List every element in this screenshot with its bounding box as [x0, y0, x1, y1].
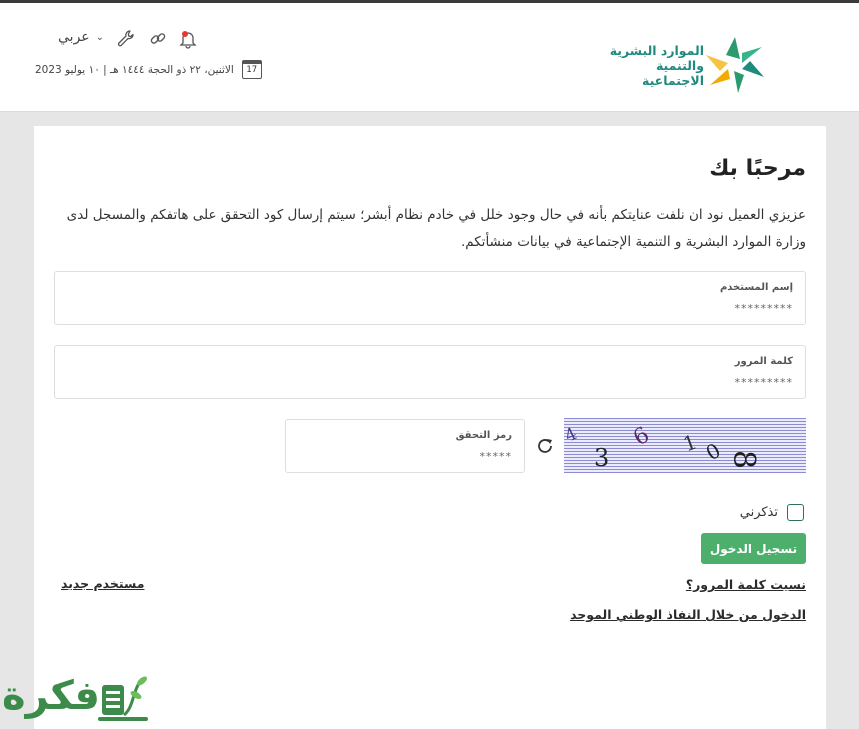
captcha-field[interactable]: رمز التحقق *****	[285, 419, 525, 473]
captcha-image: 4 3 9 1 0 8	[564, 418, 806, 473]
site-header: الموارد البشرية والتنمية الاجتماعية ⌄ عر…	[0, 3, 859, 112]
captcha-label: رمز التحقق	[455, 430, 512, 441]
chevron-down-icon: ⌄	[95, 31, 105, 43]
remember-checkbox[interactable]	[787, 504, 804, 521]
password-input[interactable]: *********	[735, 376, 794, 389]
watermark: فكرة	[0, 665, 160, 729]
book-plant-icon	[98, 676, 148, 721]
remember-me[interactable]: تذكرني	[740, 504, 804, 521]
svg-text:1: 1	[680, 429, 700, 456]
remember-label: تذكرني	[739, 505, 778, 520]
svg-text:8: 8	[726, 450, 761, 469]
wrench-icon[interactable]	[116, 29, 136, 49]
calendar-icon: 17	[241, 60, 262, 79]
login-card: مرحبًا بك عزيزي العميل نود ان نلفت عنايت…	[34, 126, 826, 729]
svg-text:4: 4	[564, 424, 580, 447]
svg-text:3: 3	[594, 444, 609, 472]
svg-text:0: 0	[702, 438, 725, 465]
bell-icon[interactable]	[178, 29, 198, 49]
forgot-password-link[interactable]: نسيت كلمة المرور؟	[686, 577, 806, 592]
logo-line-2: والتنمية الاجتماعية	[642, 58, 704, 88]
ministry-logo[interactable]: الموارد البشرية والتنمية الاجتماعية	[596, 33, 771, 95]
watermark-text: فكرة	[2, 673, 100, 719]
username-input[interactable]: *********	[735, 302, 794, 315]
captcha-input[interactable]: *****	[480, 450, 513, 463]
login-button[interactable]: تسجيل الدخول	[701, 533, 806, 564]
new-user-link[interactable]: مستخدم جديد	[61, 576, 144, 591]
captcha-glyphs: 4 3 9 1 0 8	[564, 420, 761, 472]
svg-text:9: 9	[628, 420, 653, 449]
date-text: الاثنين، ٢٢ ذو الحجة ١٤٤٤ هـ | ١٠ يوليو …	[35, 63, 234, 76]
language-selector[interactable]: ⌄ عربي	[58, 29, 104, 45]
username-label: إسم المستخدم	[719, 282, 793, 293]
link-icon[interactable]	[148, 29, 168, 49]
refresh-icon[interactable]	[534, 435, 556, 457]
username-field[interactable]: إسم المستخدم *********	[54, 271, 806, 325]
logo-line-1: الموارد البشرية	[609, 43, 704, 58]
language-label: عربي	[58, 29, 90, 45]
password-label: كلمة المرور	[734, 356, 793, 367]
password-field[interactable]: كلمة المرور *********	[54, 345, 806, 399]
logo-star-icon	[706, 37, 764, 93]
intro-text: عزيزي العميل نود ان نلفت عنايتكم بأنه في…	[66, 207, 806, 250]
notification-dot	[182, 31, 188, 37]
calendar-day: 17	[246, 65, 258, 75]
date-display: الاثنين، ٢٢ ذو الحجة ١٤٤٤ هـ | ١٠ يوليو …	[35, 60, 262, 79]
nafath-login-link[interactable]: الدخول من خلال النفاذ الوطني الموحد	[570, 607, 806, 622]
logo-text: الموارد البشرية والتنمية الاجتماعية	[596, 43, 704, 88]
page-title: مرحبًا بك	[709, 156, 806, 181]
